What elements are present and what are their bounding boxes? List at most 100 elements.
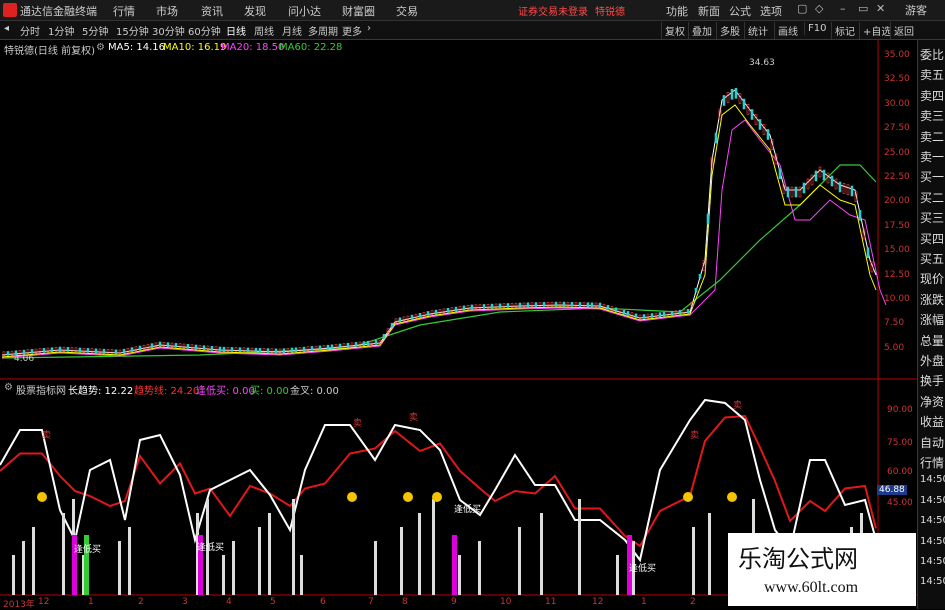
candle — [842, 183, 846, 194]
sidebar-field[interactable]: 换手 — [920, 372, 944, 389]
candle — [798, 186, 802, 198]
price-tick-label: 17.50 — [884, 220, 910, 231]
candle — [850, 185, 854, 197]
candle — [454, 306, 458, 312]
sidebar-field[interactable]: 卖一 — [920, 148, 944, 165]
time-tick-label: 1 — [641, 597, 647, 607]
candle — [482, 304, 486, 309]
candle — [722, 95, 726, 106]
candle — [6, 351, 10, 356]
candle — [822, 169, 826, 181]
candle — [274, 348, 278, 354]
candle — [310, 346, 314, 351]
sidebar-field[interactable]: 买五 — [920, 250, 944, 267]
signal-bar — [258, 527, 261, 595]
sell-label: 卖 — [42, 431, 52, 441]
time-tick-label: 1 — [88, 597, 94, 607]
candle — [138, 345, 142, 351]
candle — [870, 261, 874, 273]
candle — [734, 88, 738, 99]
candle — [218, 346, 222, 352]
indicator-tick-label: 90.00 — [887, 405, 913, 415]
signal-bar — [578, 499, 581, 595]
ma5-value: MA5: 14.16 — [108, 42, 166, 53]
candle — [490, 303, 494, 309]
ma20-line — [1, 119, 887, 359]
sidebar-field[interactable]: 外盘 — [920, 352, 944, 369]
signal-bar — [540, 513, 543, 595]
sidebar-field[interactable]: 现价 — [920, 270, 944, 287]
candle — [326, 344, 330, 350]
candle — [746, 104, 750, 115]
candle — [866, 247, 870, 258]
signal-bar — [374, 541, 377, 595]
sidebar-field[interactable]: 行情 — [920, 454, 944, 471]
sidebar-field[interactable]: 委比 — [920, 46, 944, 63]
price-tick-label: 22.50 — [884, 172, 910, 182]
time-tick-label: 11 — [545, 597, 557, 607]
candle — [834, 178, 838, 190]
sidebar-field[interactable]: 买三 — [920, 209, 944, 226]
indicator-tick-label: 45.00 — [887, 498, 913, 508]
sidebar-field[interactable]: 净资 — [920, 393, 944, 410]
site-watermark: 乐淘公式网 www.60lt.com — [728, 533, 916, 606]
sidebar-field[interactable]: 卖五 — [920, 66, 944, 83]
candle — [374, 340, 378, 345]
sell-label: 卖 — [353, 419, 363, 429]
candle — [750, 109, 754, 120]
sidebar-field[interactable]: 卖四 — [920, 87, 944, 104]
sidebar-field[interactable]: 卖三 — [920, 107, 944, 124]
sidebar-field[interactable]: 14:50 — [920, 576, 945, 587]
smiley-icon — [37, 492, 47, 502]
sidebar-field[interactable]: 涨幅 — [920, 311, 944, 328]
buy-low-label: 逢低买 — [454, 505, 482, 515]
sidebar-field[interactable]: 自动 — [920, 434, 944, 451]
sidebar-field[interactable]: 卖二 — [920, 128, 944, 145]
sidebar-field[interactable]: 涨跌 — [920, 291, 944, 308]
sidebar-field[interactable]: 14:50 — [920, 495, 945, 506]
long-trend-value: 长趋势: 12.22 — [68, 386, 134, 397]
candle — [658, 312, 662, 317]
candle — [634, 313, 638, 319]
candle — [686, 308, 690, 314]
trend-line-value: 趋势线: 24.20 — [134, 386, 200, 397]
candle — [410, 314, 414, 320]
settings-gear-icon[interactable]: ⚙ — [96, 42, 105, 53]
sidebar-field[interactable]: 买二 — [920, 189, 944, 206]
kline-chart[interactable] — [0, 0, 945, 609]
price-tick-label: 15.00 — [884, 245, 910, 256]
candle — [382, 334, 386, 339]
sidebar-field[interactable]: 收益 — [920, 413, 944, 430]
sidebar-field[interactable]: 14:50 — [920, 515, 945, 526]
candle — [586, 302, 590, 308]
candle — [498, 303, 502, 309]
candle — [622, 309, 626, 315]
indicator-gear-icon[interactable]: ⚙ — [4, 382, 13, 393]
signal-bar — [458, 555, 461, 595]
signal-bar — [292, 499, 295, 595]
candle — [598, 302, 602, 308]
signal-bar — [478, 541, 481, 595]
candle — [294, 347, 298, 353]
candle — [802, 182, 806, 194]
sidebar-field[interactable]: 买一 — [920, 168, 944, 185]
time-tick-label: 8 — [402, 597, 408, 607]
sidebar-field[interactable]: 买四 — [920, 230, 944, 247]
smiley-icon — [727, 492, 737, 502]
candle — [50, 347, 54, 352]
candle — [246, 347, 250, 353]
price-tick-label: 7.50 — [884, 318, 905, 329]
candle — [762, 124, 766, 135]
sidebar-field[interactable]: 14:50 — [920, 474, 945, 485]
ma60-value: MA60: 22.28 — [279, 42, 343, 53]
sidebar-field[interactable]: 总量 — [920, 332, 944, 349]
smiley-icon — [683, 492, 693, 502]
price-tick-label: 30.00 — [884, 98, 910, 109]
sidebar-field[interactable]: 14:50 — [920, 556, 945, 567]
candle — [858, 210, 862, 221]
candle — [554, 301, 558, 307]
candle — [330, 344, 334, 350]
price-tick-label: 5.00 — [884, 342, 905, 353]
candle — [838, 181, 842, 193]
sidebar-field[interactable]: 14:50 — [920, 536, 945, 547]
